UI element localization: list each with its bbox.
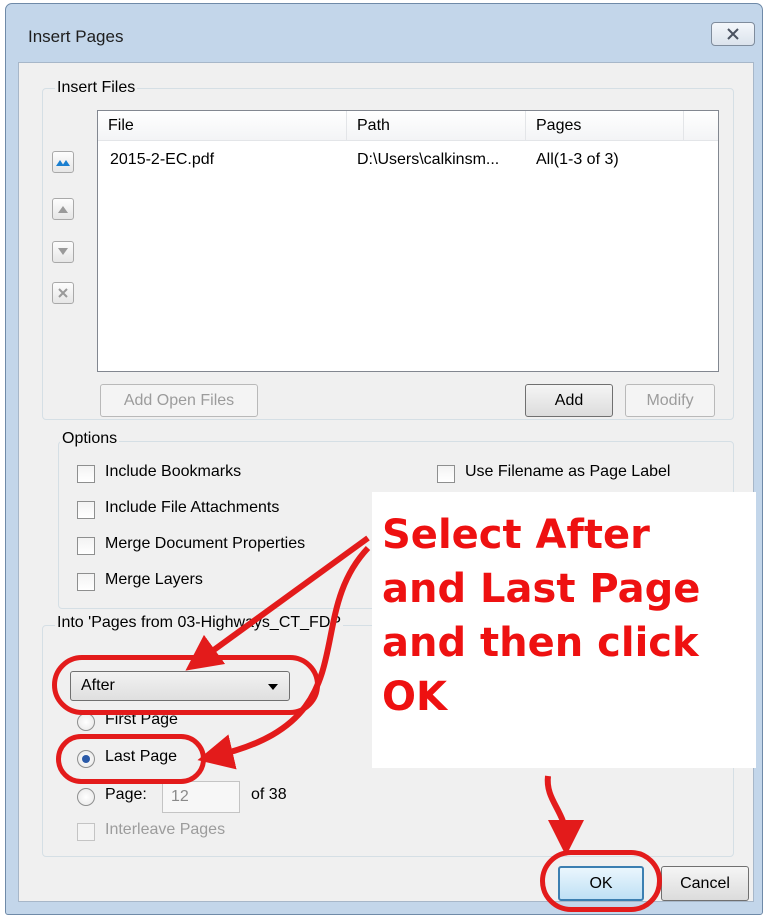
- arrow-to-ok: [544, 775, 584, 856]
- arrow-to-last-page: [197, 545, 371, 770]
- arrow-to-after: [185, 535, 370, 671]
- annotation-arrows: [185, 535, 584, 856]
